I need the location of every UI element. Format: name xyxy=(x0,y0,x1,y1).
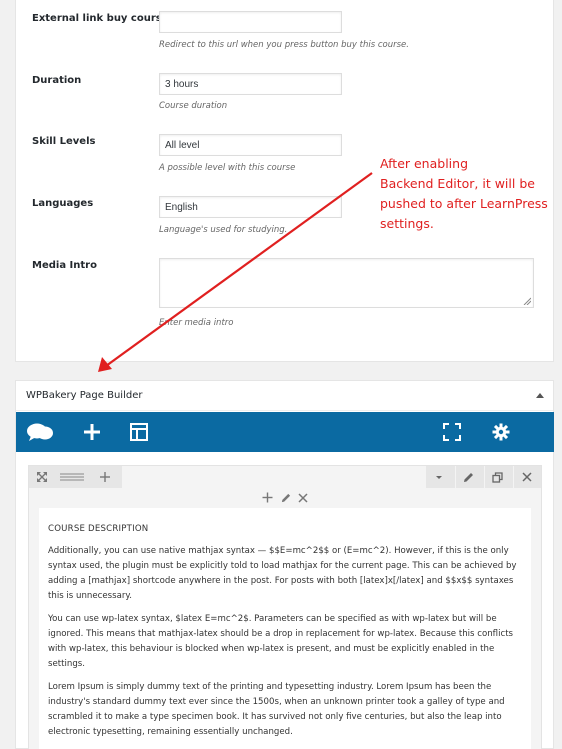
wpbakery-box: WPBakery Page Builder COURSE DESCRIPTION… xyxy=(15,380,554,749)
wpbakery-header[interactable]: WPBakery Page Builder xyxy=(16,381,553,411)
row-delete-button[interactable] xyxy=(513,466,539,488)
add-column-icon[interactable] xyxy=(99,471,111,483)
chat-bubbles-icon[interactable] xyxy=(26,422,54,442)
content-paragraph: Lorem Ipsum is simply dummy text of the … xyxy=(48,682,505,737)
resize-grip-icon[interactable] xyxy=(523,297,531,305)
annotation-line: settings. xyxy=(380,216,434,231)
close-icon xyxy=(521,472,532,482)
external-link-label: External link buy course xyxy=(32,13,169,24)
duration-input[interactable] xyxy=(159,73,342,95)
row-edit-button[interactable] xyxy=(455,466,481,488)
course-description-heading: COURSE DESCRIPTION xyxy=(48,524,149,534)
content-paragraph: Additionally, you can use native mathjax… xyxy=(48,546,517,601)
column-layout-icon[interactable] xyxy=(59,472,85,482)
clone-icon xyxy=(492,471,503,483)
column-add-element-icon[interactable] xyxy=(262,488,273,507)
skill-levels-input[interactable] xyxy=(159,134,342,156)
column-controls xyxy=(29,488,541,508)
media-intro-label: Media Intro xyxy=(32,260,97,271)
annotation-line: After enabling xyxy=(380,156,469,171)
caret-down-icon xyxy=(435,475,442,479)
external-link-input[interactable] xyxy=(159,11,342,33)
media-intro-textarea[interactable] xyxy=(159,258,534,308)
duration-label: Duration xyxy=(32,75,82,86)
text-block-element[interactable]: COURSE DESCRIPTION Additionally, you can… xyxy=(39,508,531,749)
collapse-toggle-icon[interactable] xyxy=(536,393,544,398)
annotation-line: Backend Editor, it will be xyxy=(380,176,535,191)
plus-icon[interactable] xyxy=(81,422,103,442)
languages-input[interactable] xyxy=(159,196,342,218)
skill-levels-label: Skill Levels xyxy=(32,136,96,147)
wpbakery-toolbar xyxy=(16,412,554,452)
row-element: COURSE DESCRIPTION Additionally, you can… xyxy=(28,465,542,749)
duration-description: Course duration xyxy=(159,101,228,111)
column-edit-pencil-icon[interactable] xyxy=(281,488,291,507)
row-dropdown-button[interactable] xyxy=(425,466,451,488)
gear-icon[interactable] xyxy=(490,422,512,442)
column-delete-icon[interactable] xyxy=(298,488,308,507)
annotation-note: After enabling Backend Editor, it will b… xyxy=(380,154,562,234)
skill-levels-description: A possible level with this course xyxy=(159,163,296,173)
languages-description: Language's used for studying. xyxy=(159,225,288,235)
languages-label: Languages xyxy=(32,198,94,209)
move-arrows-icon[interactable] xyxy=(36,471,48,483)
row-clone-button[interactable] xyxy=(484,466,510,488)
wpbakery-title: WPBakery Page Builder xyxy=(26,390,143,401)
fullscreen-icon[interactable] xyxy=(441,422,463,442)
media-intro-description: Enter media intro xyxy=(159,318,234,328)
pencil-icon xyxy=(464,472,473,482)
layout-template-icon[interactable] xyxy=(128,422,150,442)
row-controls-right xyxy=(425,466,541,488)
content-paragraph: You can use wp-latex syntax, $latex E=mc… xyxy=(48,614,514,669)
annotation-line: pushed to after LearnPress xyxy=(380,196,548,211)
external-link-description: Redirect to this url when you press butt… xyxy=(159,40,409,50)
row-controls-left xyxy=(29,466,122,488)
